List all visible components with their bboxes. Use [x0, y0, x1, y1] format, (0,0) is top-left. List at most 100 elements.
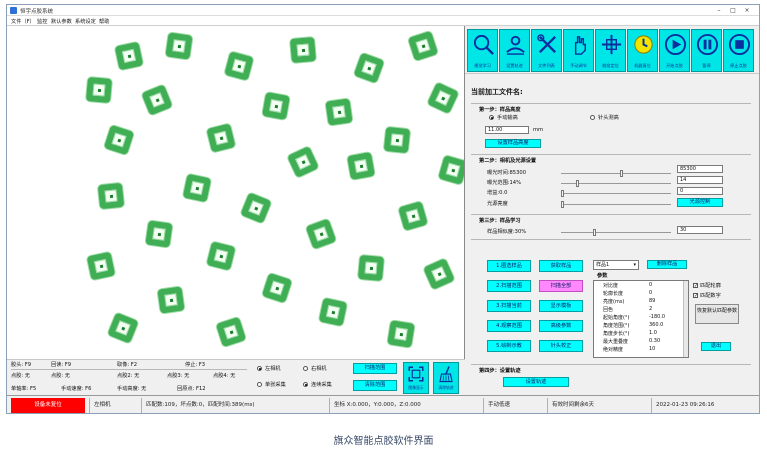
- info-label: 手动高度: 无: [117, 386, 147, 392]
- camera-view[interactable]: [59, 26, 465, 359]
- maximize-icon[interactable]: □: [727, 6, 739, 15]
- part-detection: [325, 98, 353, 126]
- stop-icon: [728, 33, 751, 56]
- scan-current-button[interactable]: 3.扫描当前: [487, 300, 531, 312]
- left-camera-radio[interactable]: [257, 366, 262, 371]
- select-sample-button[interactable]: 1.圈选样品: [487, 260, 531, 272]
- image-display-button[interactable]: 图像显示: [403, 362, 429, 394]
- exposure-slider[interactable]: [561, 170, 671, 177]
- set-trajectory-step-button[interactable]: 设置轨迹: [503, 377, 569, 387]
- pause-button[interactable]: 暂停: [691, 29, 722, 72]
- scan-all-button[interactable]: 扫描全部: [539, 280, 583, 292]
- mode-status: 手动低速: [483, 398, 543, 413]
- menu-default-params[interactable]: 默认参数: [51, 18, 72, 25]
- similarity-slider[interactable]: [561, 229, 671, 236]
- menu-help[interactable]: 帮助: [99, 18, 109, 25]
- part-detection: [318, 297, 348, 327]
- probe-height-radio[interactable]: [590, 115, 595, 120]
- param-table[interactable]: 对比度 0 轮廓长度 0 亮度(ms) 89 回色 2 起始角度(°) -180.0 角度…: [593, 280, 689, 358]
- match-contour-checkbox[interactable]: ✓: [693, 283, 698, 289]
- close-icon[interactable]: ×: [741, 6, 753, 15]
- step2-title: 第二步：相机及光源设置: [479, 158, 537, 164]
- exit-button[interactable]: 退出: [701, 342, 731, 351]
- set-height-button[interactable]: 设置样品高度: [485, 139, 541, 148]
- minimize-icon[interactable]: –: [713, 6, 725, 15]
- manual-height-radio[interactable]: [489, 115, 494, 120]
- needle-calibrate-button[interactable]: 针头校正: [539, 340, 583, 352]
- single-capture-radio[interactable]: [257, 382, 262, 387]
- part-detection: [261, 272, 293, 304]
- set-trajectory-button[interactable]: 设置轨迹: [499, 29, 530, 72]
- show-template-button[interactable]: 显示模板: [539, 300, 583, 312]
- divider: [471, 154, 751, 155]
- scan-range-step-button[interactable]: 2.扫描范围: [487, 280, 531, 292]
- get-sample-button[interactable]: 获取样品: [539, 260, 583, 272]
- part-detection: [427, 82, 459, 114]
- restore-default-button[interactable]: 恢复默认匹配参数: [695, 304, 739, 324]
- clear-range-button[interactable]: 清除范围: [353, 380, 397, 391]
- part-detection: [357, 254, 385, 282]
- gain-slider-thumb[interactable]: [561, 190, 564, 197]
- advanced-params-button[interactable]: 高级参数: [539, 320, 583, 332]
- part-detection: [224, 51, 254, 81]
- menu-system-settings[interactable]: 系统设定: [75, 18, 96, 25]
- light-control-button[interactable]: 光源控制: [677, 198, 723, 207]
- calibrate-button[interactable]: 校准定位: [595, 29, 626, 72]
- param-scrollbar[interactable]: [683, 281, 688, 357]
- observe-range-button[interactable]: 4.观察范围: [487, 320, 531, 332]
- light-source-slider-thumb[interactable]: [561, 201, 564, 208]
- menu-file[interactable]: 文件（F）: [11, 18, 35, 25]
- part-detection: [353, 52, 385, 84]
- param-row: 回色 2: [603, 306, 653, 313]
- current-file-label: 当前加工文件名:: [471, 88, 523, 96]
- light-source-slider[interactable]: [561, 201, 671, 208]
- part-detection: [287, 146, 319, 178]
- right-camera-radio[interactable]: [303, 366, 308, 371]
- light-range-label: 曝光范围:14%: [487, 180, 522, 186]
- param-row: 对比度 0: [603, 282, 653, 289]
- exposure-slider-thumb[interactable]: [619, 170, 623, 177]
- gain-slider[interactable]: [561, 190, 671, 197]
- clear-trajectory-button[interactable]: 清除轨迹: [433, 362, 459, 394]
- light-range-slider[interactable]: [561, 180, 671, 187]
- pause-icon: [696, 33, 719, 56]
- part-detection: [438, 155, 464, 185]
- manual-adjust-button[interactable]: 手动调节: [563, 29, 594, 72]
- start-dispense-button[interactable]: 开始点胶: [659, 29, 690, 72]
- similarity-input[interactable]: 30: [677, 226, 723, 234]
- stop-dispense-button[interactable]: 停止点胶: [723, 29, 754, 72]
- match-contour-label: 匹配轮廓: [700, 283, 721, 289]
- sample-select[interactable]: 样品1 ▾: [593, 260, 639, 270]
- continuous-capture-radio[interactable]: [303, 382, 308, 387]
- similarity-slider-thumb[interactable]: [593, 229, 597, 236]
- light-range-slider-thumb[interactable]: [575, 180, 579, 187]
- app-icon: [10, 7, 17, 14]
- info-label: 胶头: F9: [11, 362, 32, 368]
- part-detection: [407, 30, 439, 62]
- divider: [471, 103, 751, 104]
- magnifier-icon: [473, 34, 494, 55]
- status-bar: 设备未复位 左相机 匹配数:109，坏点数:0，匹配时间:389(ms) 坐标 …: [7, 395, 759, 413]
- continuous-capture-label: 连续采集: [311, 382, 332, 388]
- match-digit-checkbox[interactable]: ✓: [693, 293, 698, 299]
- gain-input[interactable]: 0: [677, 187, 723, 195]
- draw-teach-button[interactable]: 5.绘制示教: [487, 340, 531, 352]
- delete-sample-button[interactable]: 删除样品: [647, 260, 687, 269]
- light-range-input[interactable]: 14: [677, 176, 723, 184]
- height-unit: mm: [533, 127, 544, 133]
- info-label: 手动速度: F6: [61, 386, 92, 392]
- coords-status: 坐标 X:0.000，Y:0.000，Z:0.000: [329, 398, 479, 413]
- height-input[interactable]: 11.00: [485, 126, 529, 134]
- scan-range-button[interactable]: 扫描范围: [353, 363, 397, 374]
- match-digit-label: 匹配数字: [700, 293, 721, 299]
- reset-icon: [634, 35, 653, 54]
- exposure-input[interactable]: 85300: [677, 165, 723, 173]
- part-detection: [145, 220, 173, 248]
- vision-learn-button[interactable]: 视觉学习: [467, 29, 498, 72]
- param-row: 最大重叠度 0.30: [603, 338, 661, 345]
- machine-reset-button[interactable]: 机器复位: [627, 29, 658, 72]
- step4-title: 第四步：设置轨迹: [479, 368, 521, 374]
- broom-icon: [439, 366, 453, 383]
- menu-monitor[interactable]: 监控: [37, 18, 47, 25]
- file-list-button[interactable]: 文件列表: [531, 29, 562, 72]
